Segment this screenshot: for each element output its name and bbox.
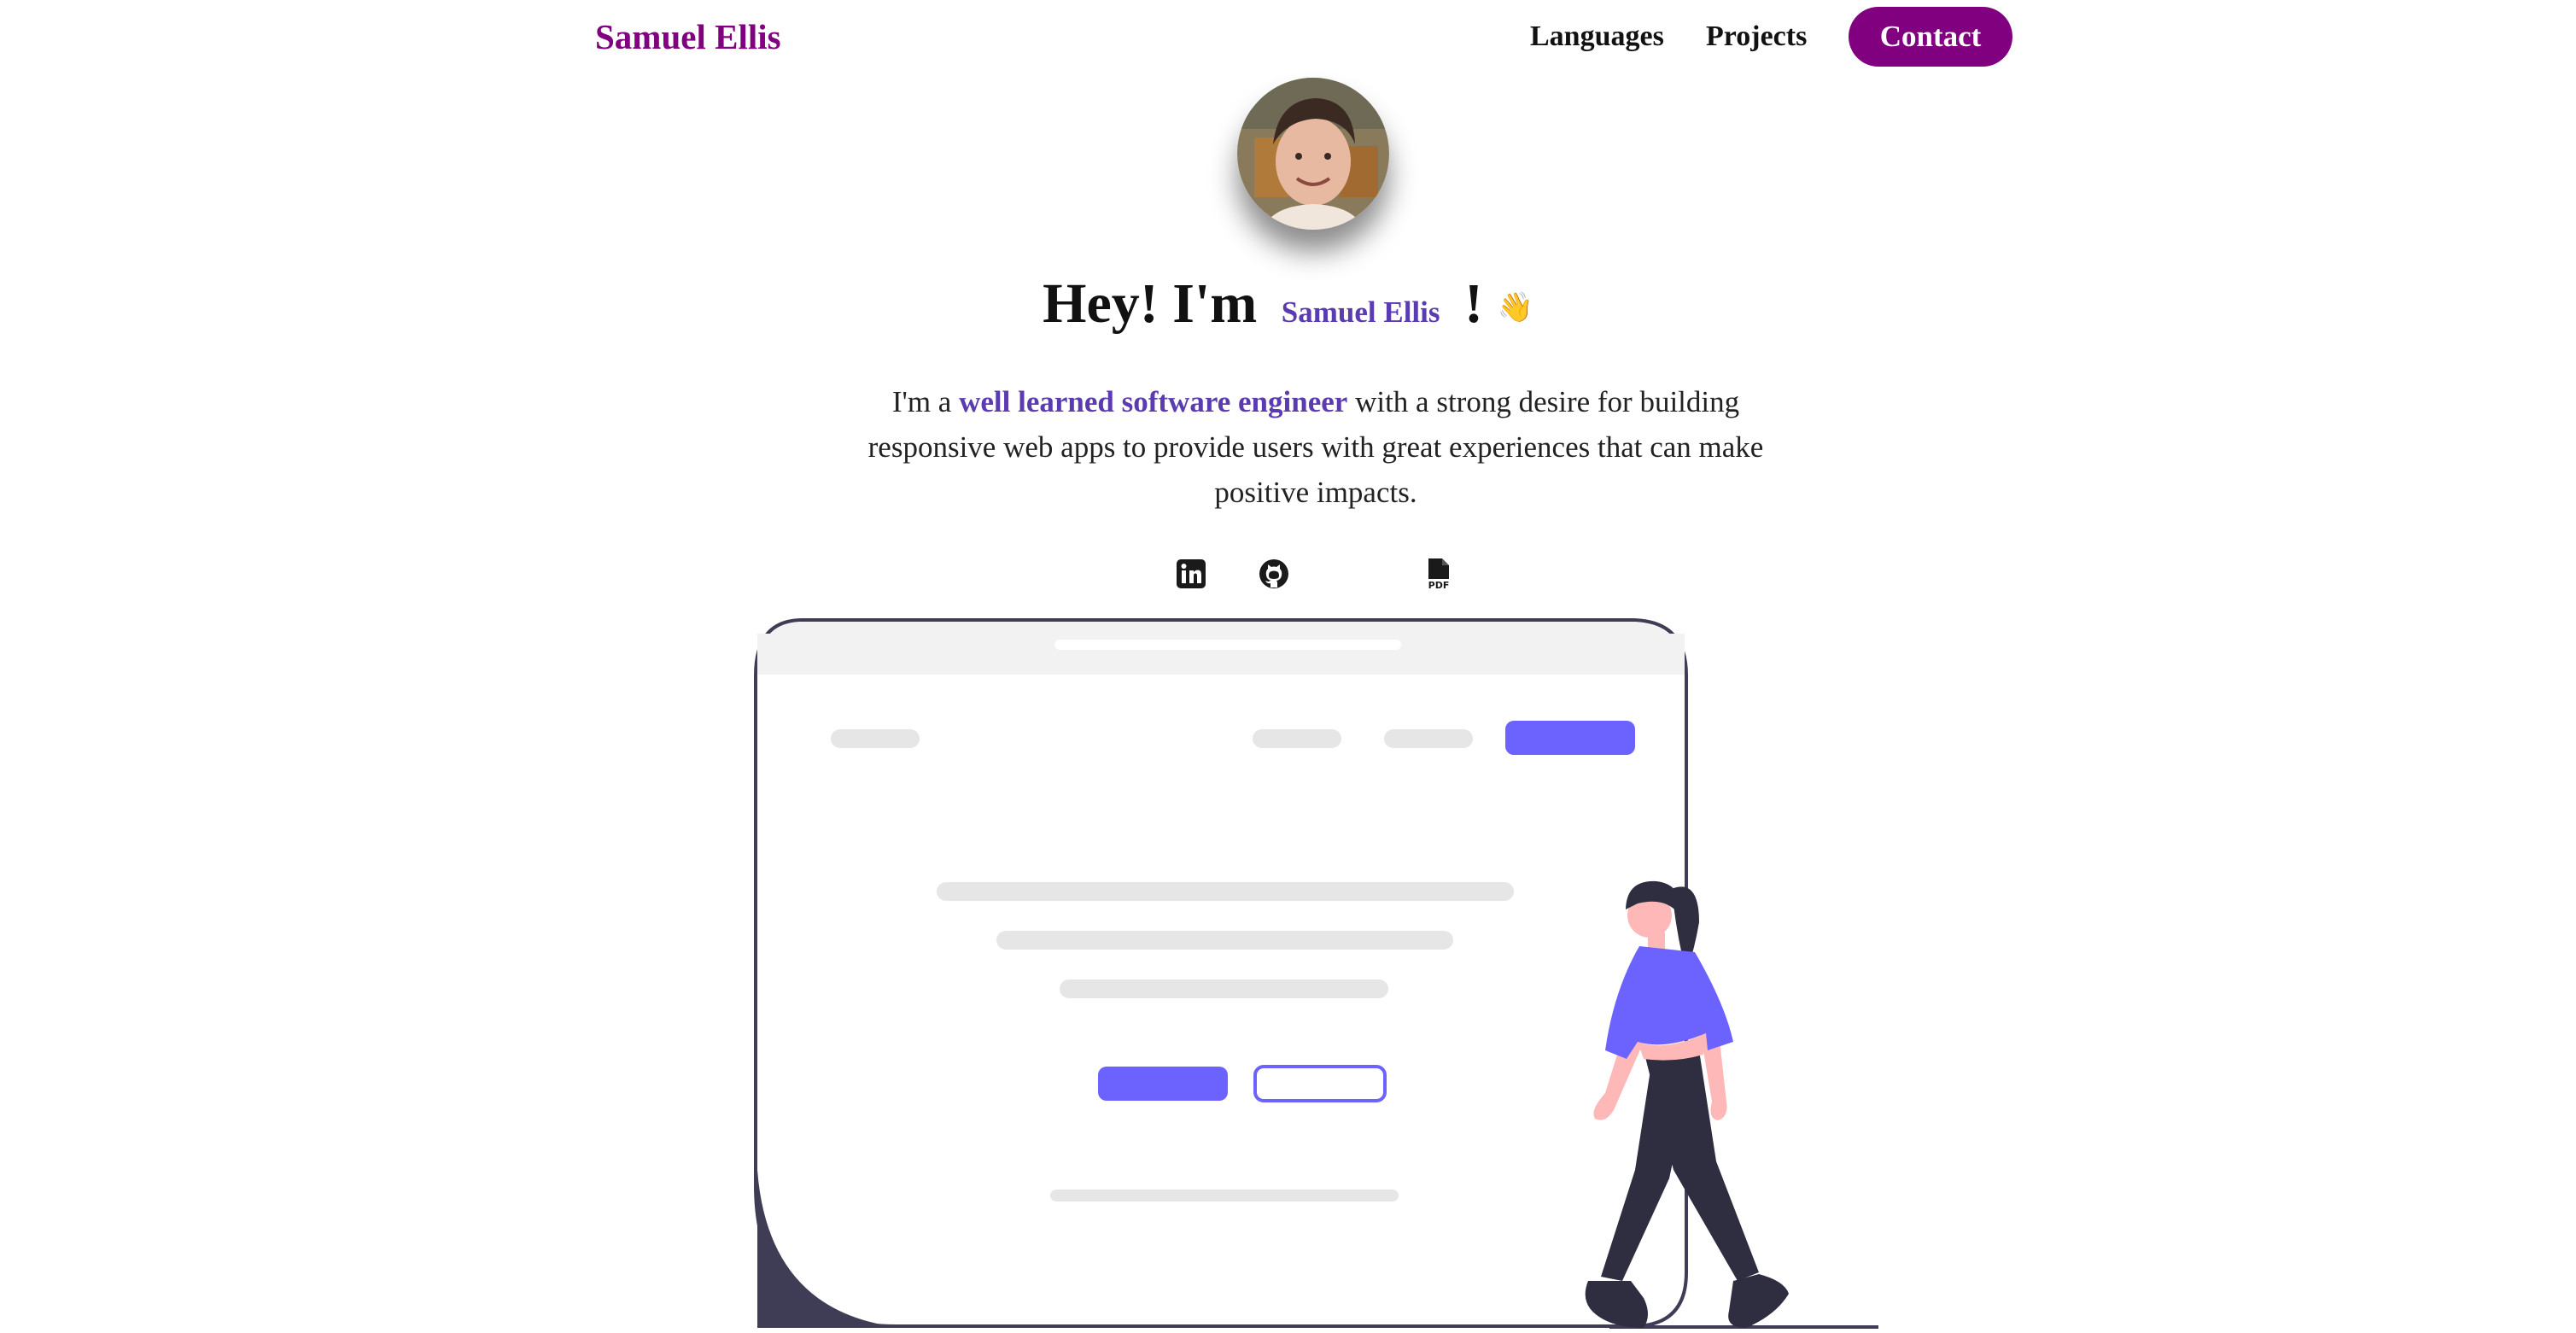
hero-illustration xyxy=(754,618,1878,1329)
portfolio-page: Samuel Ellis Languages Projects Contact … xyxy=(0,0,2576,1333)
address-bar xyxy=(1054,640,1401,650)
placeholder-cta xyxy=(1505,721,1635,755)
